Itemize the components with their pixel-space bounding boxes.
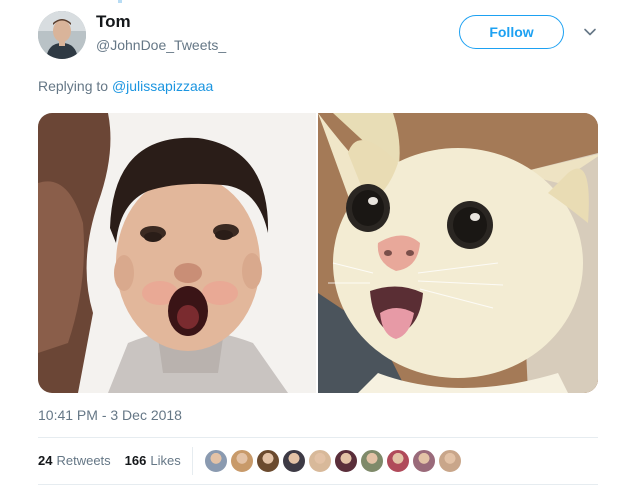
stats-divider — [192, 447, 193, 475]
cat-photo — [318, 113, 598, 393]
retweets-label: Retweets — [56, 453, 111, 468]
likers-avatar-list — [204, 449, 464, 473]
media-image-cat[interactable] — [318, 113, 598, 393]
reply-to-link[interactable]: @julissapizzaaa — [112, 78, 213, 94]
reply-context: Replying to @julissapizzaaa — [38, 78, 213, 94]
likes-count: 166 — [124, 453, 147, 468]
author-handle[interactable]: @JohnDoe_Tweets_ — [96, 37, 226, 53]
tweet-timestamp[interactable]: 10:41 PM - 3 Dec 2018 — [38, 407, 182, 423]
reply-prefix: Replying to — [38, 78, 109, 94]
boy-photo — [38, 113, 316, 393]
avatar[interactable] — [38, 11, 86, 59]
avatar-image — [38, 11, 86, 59]
retweets-stat[interactable]: 24 Retweets — [38, 453, 111, 468]
likes-stat[interactable]: 166 Likes — [125, 453, 181, 468]
retweets-count: 24 — [38, 453, 53, 468]
top-accent-mark — [118, 0, 122, 3]
liker-avatar-7[interactable] — [360, 449, 384, 473]
author-name[interactable]: Tom — [96, 12, 131, 32]
media-image-boy[interactable] — [38, 113, 316, 393]
tweet-stats: 24 Retweets 166 Likes — [38, 453, 181, 468]
chevron-down-icon[interactable] — [582, 24, 598, 40]
liker-avatar-8[interactable] — [386, 449, 410, 473]
follow-button[interactable]: Follow — [459, 15, 564, 49]
liker-avatar-9[interactable] — [412, 449, 436, 473]
liker-avatar-1[interactable] — [204, 449, 228, 473]
liker-avatar-3[interactable] — [256, 449, 280, 473]
likes-label: Likes — [150, 453, 181, 468]
liker-avatar-10[interactable] — [438, 449, 462, 473]
liker-avatar-6[interactable] — [334, 449, 358, 473]
liker-avatar-5[interactable] — [308, 449, 332, 473]
divider — [38, 437, 598, 438]
liker-avatar-4[interactable] — [282, 449, 306, 473]
liker-avatar-2[interactable] — [230, 449, 254, 473]
